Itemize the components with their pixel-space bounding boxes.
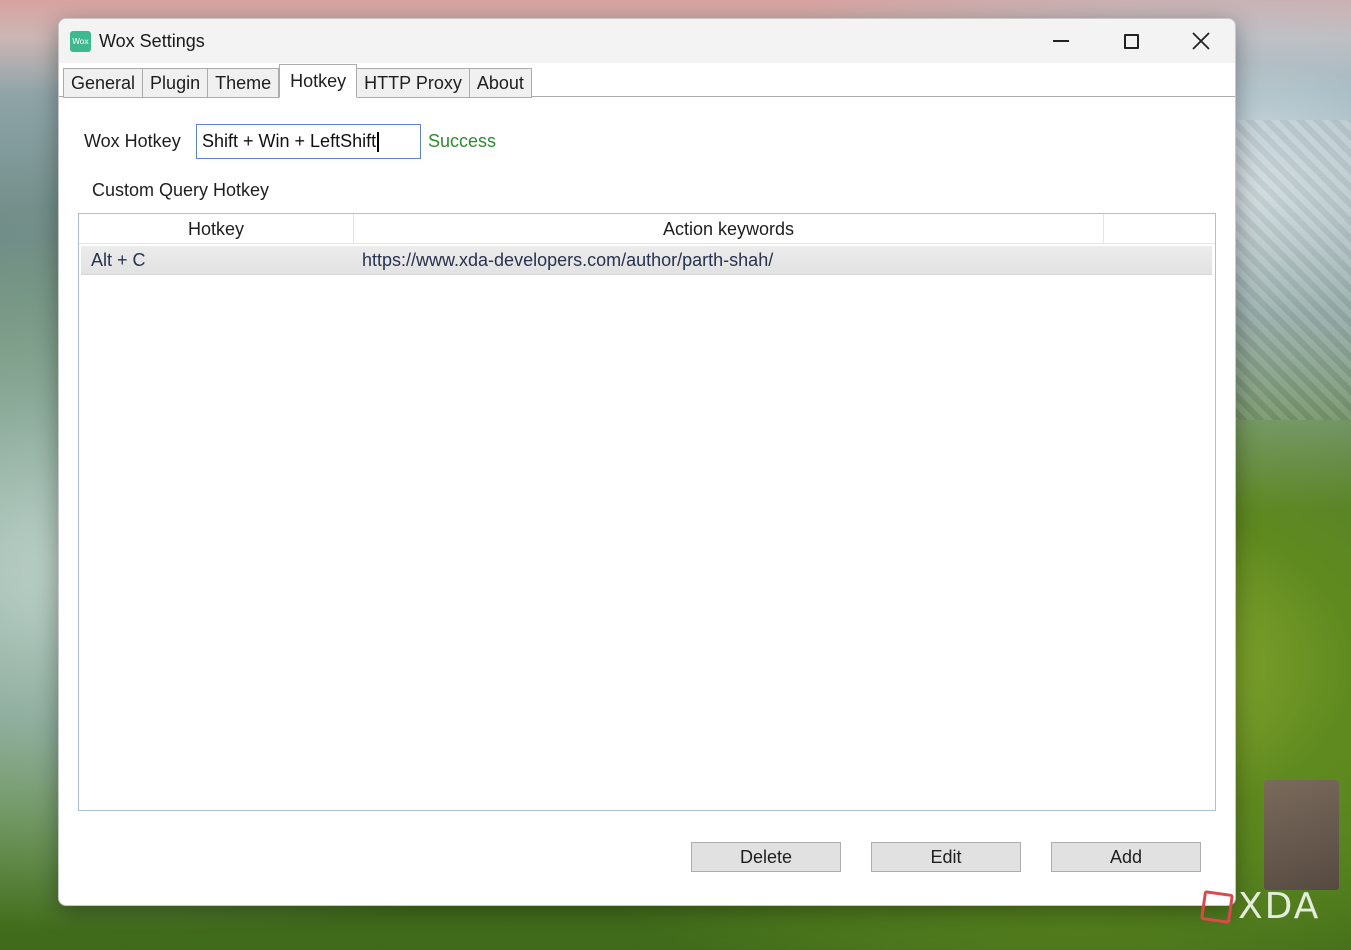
edit-button[interactable]: Edit: [871, 842, 1021, 872]
maximize-button[interactable]: [1096, 19, 1166, 63]
wox-hotkey-input[interactable]: Shift + Win + LeftShift: [196, 124, 421, 159]
wox-hotkey-value: Shift + Win + LeftShift: [202, 131, 377, 151]
tab-plugin[interactable]: Plugin: [143, 68, 209, 98]
maximize-icon: [1123, 33, 1139, 49]
custom-hotkey-table[interactable]: Hotkey Action keywords Alt + C https://w…: [78, 213, 1216, 811]
add-button[interactable]: Add: [1051, 842, 1201, 872]
close-icon: [1192, 32, 1210, 50]
row-hotkey: Alt + C: [91, 249, 146, 270]
custom-query-hotkey-label: Custom Query Hotkey: [92, 180, 270, 200]
wox-app-icon: Wox: [70, 30, 91, 52]
title-bar[interactable]: Wox Wox Settings: [59, 19, 1235, 63]
xda-watermark: XDA: [1200, 886, 1321, 927]
column-header-hotkey[interactable]: Hotkey: [79, 214, 354, 244]
tab-about[interactable]: About: [469, 68, 532, 98]
table-header: Hotkey Action keywords: [79, 214, 1215, 244]
hotkey-status: Success: [428, 131, 497, 151]
column-header-action-keywords[interactable]: Action keywords: [354, 214, 1104, 244]
background-village: [1231, 120, 1351, 420]
watermark-text: XDA: [1238, 886, 1321, 927]
close-button[interactable]: [1166, 19, 1235, 63]
tab-http-proxy[interactable]: HTTP Proxy: [357, 68, 470, 98]
tab-general[interactable]: General: [63, 68, 144, 98]
settings-window: Wox Wox Settings General Plugin Theme Ho…: [58, 18, 1236, 906]
row-action: https://www.xda-developers.com/author/pa…: [362, 249, 774, 270]
wox-hotkey-label: Wox Hotkey: [84, 131, 181, 151]
table-row[interactable]: Alt + C https://www.xda-developers.com/a…: [81, 246, 1212, 275]
minimize-button[interactable]: [1026, 19, 1096, 63]
background-roof: [1264, 780, 1339, 890]
xda-logo-icon: [1200, 889, 1234, 924]
column-header-empty: [1104, 214, 1215, 244]
tab-hotkey[interactable]: Hotkey: [279, 64, 358, 98]
text-caret: [377, 131, 379, 152]
delete-button[interactable]: Delete: [691, 842, 841, 872]
tab-theme[interactable]: Theme: [208, 68, 280, 98]
window-title: Wox Settings: [99, 30, 205, 51]
tab-bar: General Plugin Theme Hotkey HTTP Proxy A…: [63, 63, 532, 98]
minimize-icon: [1053, 40, 1069, 42]
